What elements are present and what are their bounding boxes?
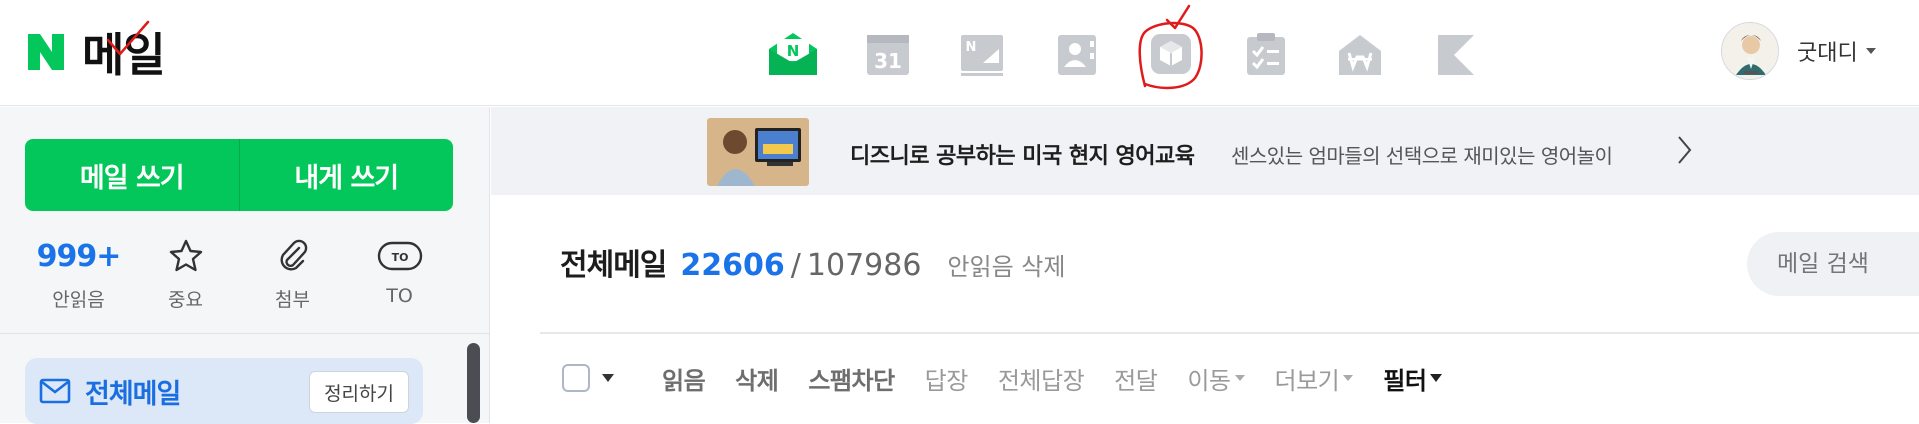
star-icon [169,239,202,272]
search-input[interactable] [1747,232,1919,296]
quick-to-me[interactable]: TO TO [346,235,453,312]
avatar[interactable] [1721,22,1779,80]
svg-text:31: 31 [874,49,902,73]
red-check-annotation-icon [106,20,150,56]
svg-text:N: N [966,40,977,55]
calendar-app-icon[interactable]: 31 [860,26,916,82]
naver-mail-logo[interactable]: 메일 [26,20,166,82]
reply-all-button[interactable]: 전체답장 [998,361,1085,396]
compose-mail-button[interactable]: 메일 쓰기 [25,139,239,211]
quick-important[interactable]: 중요 [132,235,239,312]
sidebar-divider [0,333,490,334]
quick-unread[interactable]: 999+ 안읽음 [25,235,132,312]
envelope-icon [39,378,71,404]
mybox-app-icon[interactable] [1138,4,1203,90]
sidebar-scrollbar[interactable] [467,343,480,423]
count-separator: / [790,248,801,283]
household-account-app-icon[interactable] [1332,26,1388,82]
move-button[interactable]: 이동 [1187,361,1245,396]
app-switcher: N 31 N [765,4,1483,90]
chevron-right-icon[interactable] [1676,135,1692,165]
compose-to-self-button[interactable]: 내게 쓰기 [240,139,454,211]
chevron-down-icon [1234,375,1245,381]
banner-title: 디즈니로 공부하는 미국 현지 영어교육 [850,144,1195,169]
top-header: 메일 N 31 N 굿대디 [0,0,1919,106]
total-mail-count: 107986 [806,248,922,283]
chevron-down-icon [1430,374,1443,382]
chevron-down-icon[interactable] [1865,48,1876,54]
todo-app-icon[interactable] [1238,26,1294,82]
naver-n-logo-icon [28,34,64,70]
user-profile-menu[interactable]: 굿대디 [1721,22,1876,80]
svg-text:TO: TO [391,251,408,264]
move-button-label: 이동 [1187,366,1231,395]
quick-attachment[interactable]: 첨부 [239,235,346,312]
reply-button[interactable]: 답장 [925,361,969,396]
mailbox-title-row: 전체메일 22606 / 107986 안읽음 삭제 [560,240,1065,284]
list-divider [540,332,1919,334]
sidebar-item-all-mail[interactable]: 전체메일 정리하기 [25,358,423,424]
mail-app-icon[interactable]: N [765,26,821,82]
quick-important-label: 중요 [168,289,203,311]
page-title: 전체메일 [560,248,667,283]
delete-unread-link[interactable]: 안읽음 삭제 [947,247,1065,282]
more-button[interactable]: 더보기 [1275,361,1354,396]
delete-button[interactable]: 삭제 [735,361,779,396]
mark-read-button[interactable]: 읽음 [662,361,706,396]
sidebar-item-label: 전체메일 [85,378,181,410]
quick-unread-label: 안읽음 [52,289,105,311]
block-spam-button[interactable]: 스팸차단 [808,361,895,396]
quick-filters: 999+ 안읽음 중요 첨부 TO TO [25,235,453,312]
select-options-chevron-icon[interactable] [602,374,614,382]
banner-subtitle: 센스있는 엄마들의 선택으로 재미있는 영어놀이 [1231,144,1613,168]
sidebar: 메일 쓰기 내게 쓰기 999+ 안읽음 중요 첨부 TO TO 전체메일 정리… [0,107,490,424]
filter-button-label: 필터 [1383,366,1427,395]
organize-button[interactable]: 정리하기 [309,371,409,413]
contacts-app-icon[interactable] [1049,26,1105,82]
filter-button[interactable]: 필터 [1383,361,1443,396]
forward-button[interactable]: 전달 [1114,361,1158,396]
unread-count: 999+ [36,238,122,274]
bookmark-app-icon[interactable] [1427,26,1483,82]
news-app-icon[interactable]: N [954,26,1010,82]
select-all-checkbox[interactable] [562,364,590,392]
more-button-label: 더보기 [1274,366,1340,395]
quick-attachment-label: 첨부 [275,289,310,311]
attachment-icon [280,239,307,271]
unread-mail-count[interactable]: 22606 [680,248,784,283]
chevron-down-icon [1343,375,1354,381]
svg-text:N: N [787,42,800,60]
mail-toolbar: 읽음 삭제 스팸차단 답장 전체답장 전달 이동 더보기 필터 [562,358,1443,398]
compose-button-group: 메일 쓰기 내게 쓰기 [25,139,453,211]
to-icon: TO [377,241,422,271]
user-name[interactable]: 굿대디 [1797,35,1858,67]
quick-to-me-label: TO [386,285,413,307]
ad-banner[interactable]: 디즈니로 공부하는 미국 현지 영어교육 센스있는 엄마들의 선택으로 재미있는… [491,107,1919,195]
banner-thumbnail [707,118,809,186]
